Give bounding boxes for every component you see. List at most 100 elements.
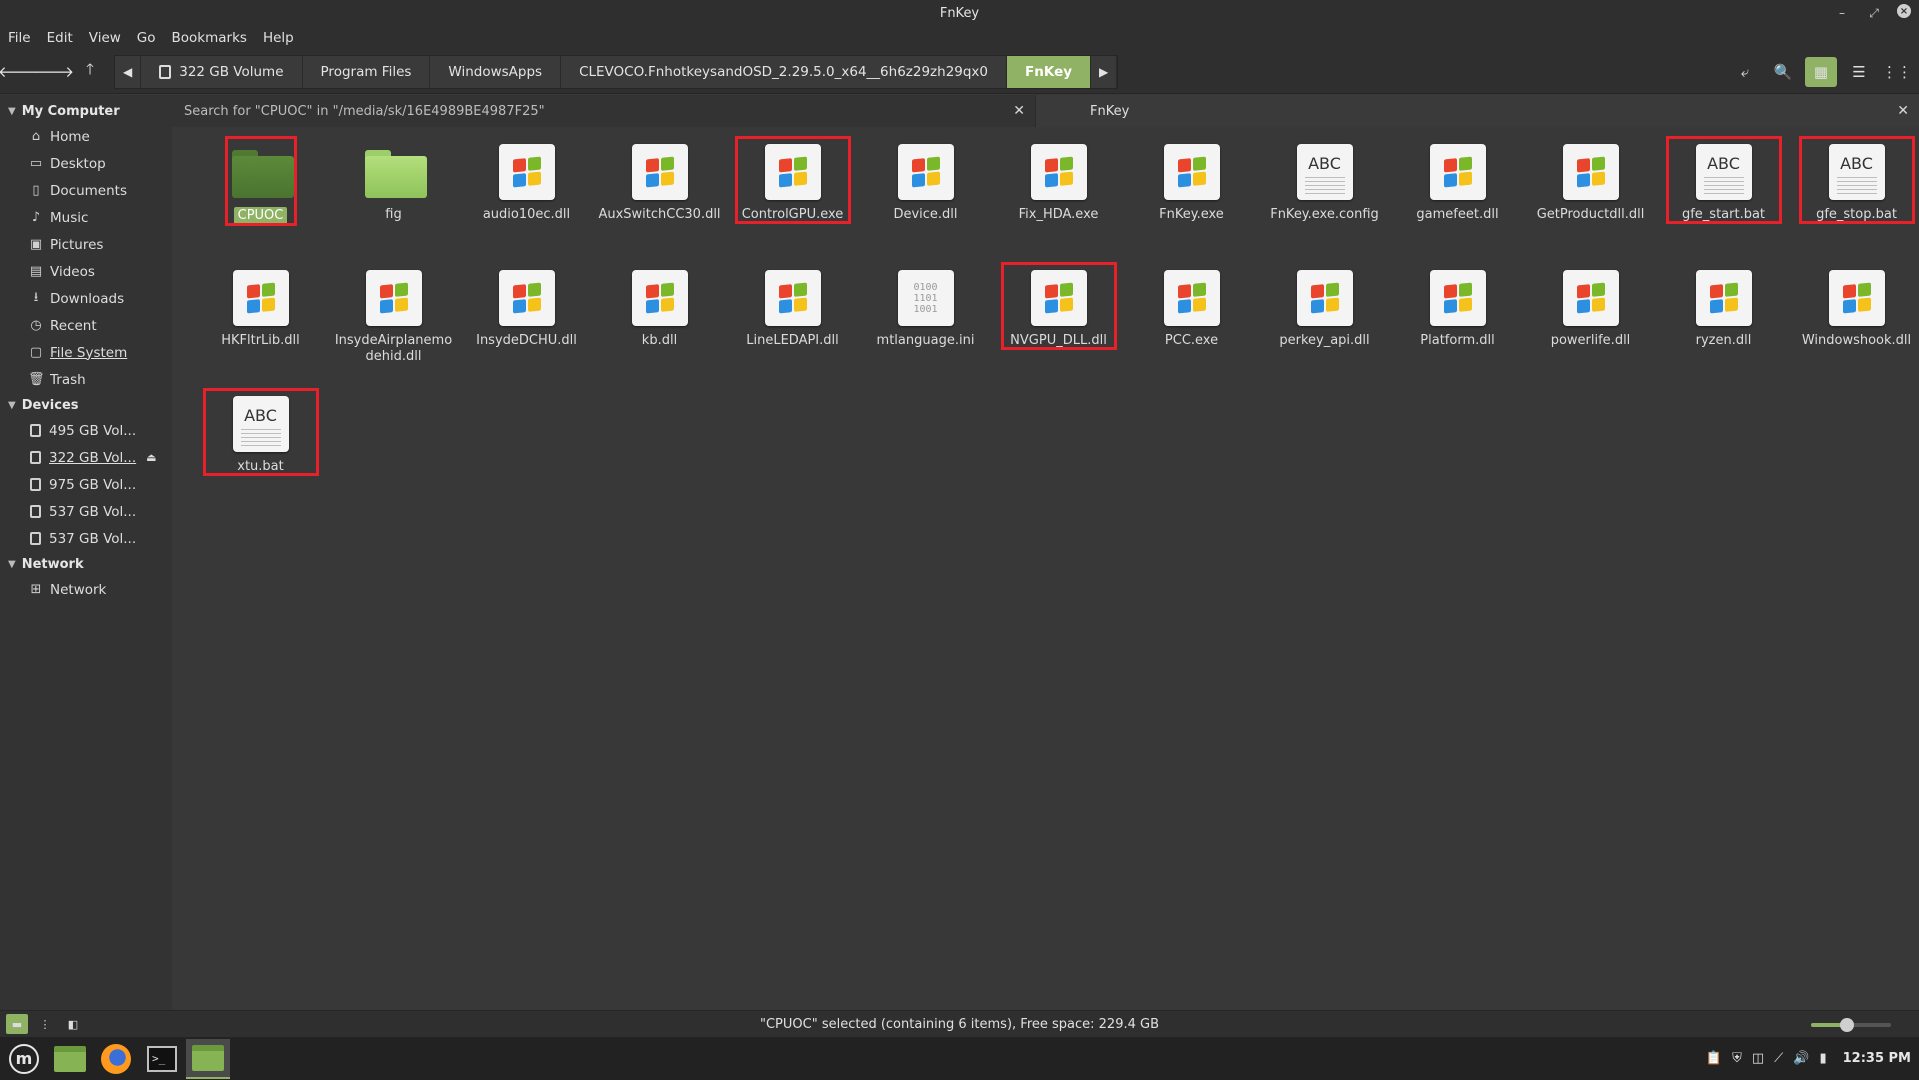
file-item[interactable]: InsydeAirplanemodehid.dll xyxy=(327,265,460,391)
file-item[interactable]: powerlife.dll xyxy=(1524,265,1657,391)
updates-icon[interactable]: ◫ xyxy=(1752,1051,1764,1066)
sidebar-item-device[interactable]: 322 GB Vol... ⏏ xyxy=(0,444,172,471)
breadcrumb-program-files[interactable]: Program Files xyxy=(303,55,431,88)
location-toggle-button[interactable]: ⤶ xyxy=(1729,57,1761,87)
taskbar-terminal[interactable]: >_ xyxy=(140,1039,184,1079)
file-item[interactable]: ABC FnKey.exe.config xyxy=(1258,139,1391,265)
sidebar-section-devices[interactable]: ▼ Devices xyxy=(0,393,172,417)
file-item[interactable]: perkey_api.dll xyxy=(1258,265,1391,391)
file-item[interactable]: InsydeDCHU.dll xyxy=(460,265,593,391)
up-button[interactable]: 🡑 xyxy=(72,57,108,87)
tab-fnkey[interactable]: FnKey ✕ xyxy=(1036,95,1919,127)
taskbar-show-desktop[interactable] xyxy=(48,1039,92,1079)
file-item[interactable]: LineLEDAPI.dll xyxy=(726,265,859,391)
icon-view-button[interactable]: ▦ xyxy=(1805,57,1837,87)
close-tab-icon[interactable]: ✕ xyxy=(1897,103,1909,119)
file-item[interactable]: NVGPU_DLL.dll xyxy=(992,262,1125,391)
sidebar-item-file-system[interactable]: ▢ File System xyxy=(0,339,172,366)
file-item[interactable]: Fix_HDA.exe xyxy=(992,139,1125,265)
zoom-handle[interactable] xyxy=(1840,1018,1854,1032)
menu-view[interactable]: View xyxy=(89,30,121,46)
search-button[interactable]: 🔍 xyxy=(1767,57,1799,87)
file-name: LineLEDAPI.dll xyxy=(746,333,839,348)
forward-button[interactable]: 🡒 xyxy=(34,57,74,87)
battery-icon[interactable]: ▮ xyxy=(1819,1051,1826,1066)
file-name: audio10ec.dll xyxy=(482,207,571,222)
window-title: FnKey xyxy=(939,5,980,21)
filesystem-icon: ▢ xyxy=(29,345,43,360)
menu-button[interactable]: m xyxy=(2,1039,46,1079)
menu-edit[interactable]: Edit xyxy=(47,30,73,46)
breadcrumb-scroll-right[interactable]: ▶ xyxy=(1091,55,1118,88)
taskbar-firefox[interactable] xyxy=(94,1039,138,1079)
breadcrumb-scroll-left[interactable]: ◀ xyxy=(115,55,142,88)
windows-executable-icon xyxy=(365,269,423,327)
sidebar-item-device[interactable]: 495 GB Vol... xyxy=(0,417,172,444)
sidebar-item-recent[interactable]: ◷ Recent xyxy=(0,312,172,339)
shield-icon[interactable]: ⛨ xyxy=(1732,1051,1742,1066)
clipboard-icon[interactable]: 📋 xyxy=(1706,1051,1722,1066)
sidebar-item-desktop[interactable]: ▭ Desktop xyxy=(0,150,172,177)
file-name: xtu.bat xyxy=(237,459,284,474)
file-item[interactable]: PCC.exe xyxy=(1125,265,1258,391)
file-item[interactable]: ryzen.dll xyxy=(1657,265,1790,391)
clock[interactable]: 12:35 PM xyxy=(1843,1051,1911,1066)
file-item[interactable]: Platform.dll xyxy=(1391,265,1524,391)
close-icon[interactable]: × xyxy=(1897,4,1911,18)
sidebar-item-music[interactable]: ♪ Music xyxy=(0,204,172,231)
file-item[interactable]: Device.dll xyxy=(859,139,992,265)
sidebar-item-device[interactable]: 537 GB Vol... xyxy=(0,525,172,552)
volume-icon[interactable]: 🔊 xyxy=(1793,1051,1809,1066)
menu-bookmarks[interactable]: Bookmarks xyxy=(172,30,247,46)
maximize-icon[interactable]: ⤢ xyxy=(1865,4,1883,22)
breadcrumb-fnkey[interactable]: FnKey xyxy=(1007,55,1092,88)
sidebar-item-pictures[interactable]: ▣ Pictures xyxy=(0,231,172,258)
sidebar-item-documents[interactable]: ▯ Documents xyxy=(0,177,172,204)
minimize-icon[interactable]: – xyxy=(1833,4,1851,22)
breadcrumb-volume[interactable]: 322 GB Volume xyxy=(141,55,303,88)
file-name: powerlife.dll xyxy=(1550,333,1631,348)
sidebar-section-my-computer[interactable]: ▼ My Computer xyxy=(0,99,172,123)
file-item[interactable]: kb.dll xyxy=(593,265,726,391)
file-item[interactable]: audio10ec.dll xyxy=(460,139,593,265)
windows-executable-icon xyxy=(498,143,556,201)
file-item[interactable]: fig xyxy=(327,139,460,265)
network-tray-icon[interactable]: ⟋ xyxy=(1774,1051,1783,1066)
file-item[interactable]: HKFltrLib.dll xyxy=(194,265,327,391)
breadcrumb-windowsapps[interactable]: WindowsApps xyxy=(430,55,562,88)
sidebar-item-device[interactable]: 537 GB Vol... xyxy=(0,498,172,525)
sidebar-section-network[interactable]: ▼ Network xyxy=(0,552,172,576)
menu-go[interactable]: Go xyxy=(137,30,156,46)
close-tab-icon[interactable]: ✕ xyxy=(1013,103,1025,119)
file-item[interactable]: AuxSwitchCC30.dll xyxy=(593,139,726,265)
sidebar-item-downloads[interactable]: ⭳ Downloads xyxy=(0,285,172,312)
network-icon: ⊞ xyxy=(30,582,42,597)
file-item[interactable]: ControlGPU.exe xyxy=(726,136,859,265)
zoom-slider[interactable] xyxy=(1811,1018,1891,1032)
menu-file[interactable]: File xyxy=(8,30,31,46)
file-item[interactable]: gamefeet.dll xyxy=(1391,139,1524,265)
sidebar-item-trash[interactable]: 🗑 Trash xyxy=(0,366,172,393)
sidebar-item-device[interactable]: 975 GB Vol... xyxy=(0,471,172,498)
eject-icon[interactable]: ⏏ xyxy=(146,451,156,464)
file-item[interactable]: FnKey.exe xyxy=(1125,139,1258,265)
breadcrumb-clevoco[interactable]: CLEVOCO.FnhotkeysandOSD_2.29.5.0_x64__6h… xyxy=(561,55,1008,88)
file-item[interactable]: GetProductdll.dll xyxy=(1524,139,1657,265)
file-item[interactable]: 0100 1101 1001 mtlanguage.ini xyxy=(859,265,992,391)
taskbar-files[interactable] xyxy=(186,1038,230,1079)
file-item[interactable]: ABC xtu.bat xyxy=(194,388,327,517)
file-item[interactable]: CPUOC xyxy=(194,136,327,265)
tab-search[interactable]: Search for "CPUOC" in "/media/sk/16E4989… xyxy=(172,95,1036,127)
compact-view-button[interactable]: ⋮⋮ xyxy=(1881,57,1913,87)
sidebar-item-network[interactable]: ⊞ Network xyxy=(0,576,172,603)
file-item[interactable]: Windowshook.dll xyxy=(1790,265,1919,391)
menu-help[interactable]: Help xyxy=(263,30,294,46)
file-item[interactable]: ABC gfe_start.bat xyxy=(1657,136,1790,265)
tab-bar: Search for "CPUOC" in "/media/sk/16E4989… xyxy=(172,95,1919,127)
sidebar-item-home[interactable]: ⌂ Home xyxy=(0,123,172,150)
list-view-button[interactable]: ☰ xyxy=(1843,57,1875,87)
desktop-folder-icon xyxy=(54,1045,86,1072)
file-item[interactable]: ABC gfe_stop.bat xyxy=(1790,136,1919,265)
sidebar-item-videos[interactable]: ▤ Videos xyxy=(0,258,172,285)
back-button[interactable]: 🡐 xyxy=(0,57,38,87)
